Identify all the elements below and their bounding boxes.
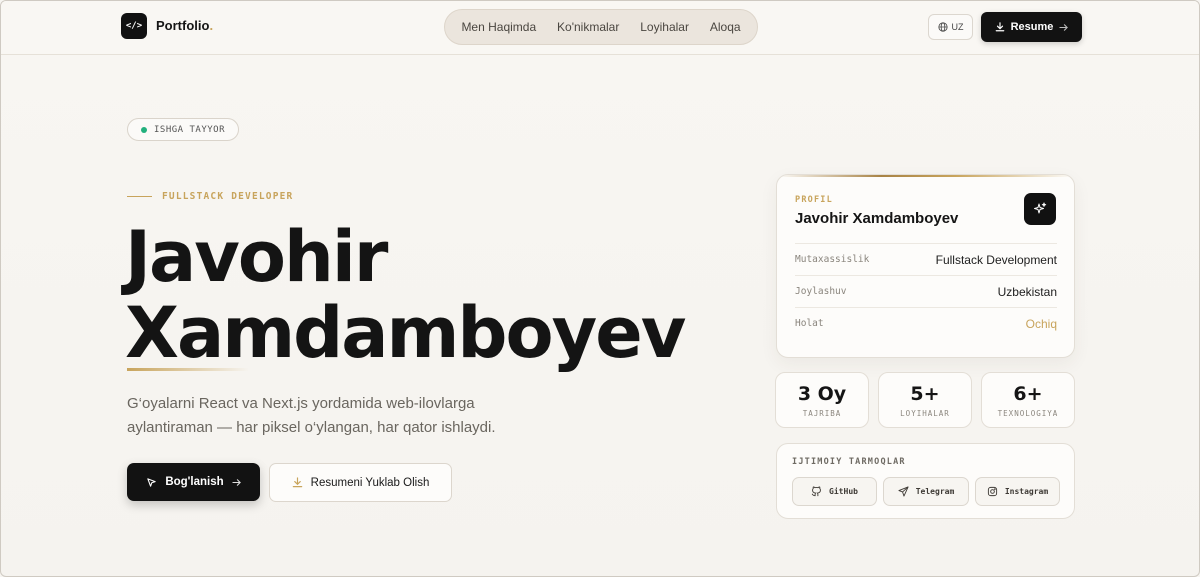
telegram-label: Telegram (915, 487, 955, 496)
stat-experience: 3 Oy TAJRIBA (775, 372, 869, 428)
stat-label: LOYIHALAR (900, 408, 950, 418)
profile-card: PROFIL Javohir Xamdamboyev Mutaxassislik… (776, 174, 1075, 358)
nav-link-about[interactable]: Men Haqimda (455, 16, 542, 38)
hero-name: Javohir Xamdamboyev (125, 216, 686, 374)
code-icon: </> (121, 13, 147, 39)
name-underline (127, 368, 249, 371)
arrow-right-icon (1059, 23, 1069, 32)
profile-name: Javohir Xamdamboyev (795, 210, 959, 227)
arrow-right-icon (232, 478, 241, 487)
profile-accent-line (777, 175, 1074, 177)
brand[interactable]: </> Portfolio. (121, 13, 213, 39)
profile-label: PROFIL (795, 195, 833, 205)
brand-dot: . (209, 18, 214, 33)
row-value: Uzbekistan (997, 284, 1057, 299)
download-label: Resumeni Yuklab Olish (310, 476, 430, 489)
instagram-label: Instagram (1004, 487, 1049, 496)
resume-label: Resume (1010, 21, 1054, 33)
instagram-icon (987, 486, 998, 497)
sparkles-icon (1024, 193, 1056, 225)
profile-row-specialty: Mutaxassislik Fullstack Development (795, 243, 1057, 275)
hero-name-last: Xamdamboyev (125, 292, 686, 374)
social-title: IJTIMOIY TARMOQLAR (792, 457, 906, 467)
navbar: </> Portfolio. Men Haqimda Ko'nikmalar L… (1, 1, 1199, 55)
status-text: ISHGA TAYYOR (153, 124, 226, 135)
download-resume-button[interactable]: Resumeni Yuklab Olish (269, 463, 452, 502)
cursor-icon (146, 477, 157, 488)
social-card: IJTIMOIY TARMOQLAR GitHub Telegram Insta… (776, 443, 1075, 519)
github-link[interactable]: GitHub (792, 477, 877, 506)
profile-row-status: Holat Ochiq (795, 307, 1057, 339)
role-text: FULLSTACK DEVELOPER (162, 191, 294, 202)
hero-name-first: Javohir (125, 216, 388, 298)
stat-value: 6+ (1013, 382, 1043, 405)
contact-label: Bog'lanish (165, 476, 224, 488)
row-key: Mutaxassislik (795, 254, 870, 265)
brand-name: Portfolio (156, 18, 210, 33)
globe-icon (937, 22, 948, 32)
github-icon (811, 486, 822, 497)
download-icon (292, 477, 303, 488)
stat-value: 3 Oy (797, 382, 847, 405)
send-icon (898, 486, 909, 497)
status-dot (140, 126, 147, 133)
contact-button[interactable]: Bog'lanish (127, 463, 260, 501)
profile-row-location: Joylashuv Uzbekistan (795, 275, 1057, 307)
telegram-link[interactable]: Telegram (883, 477, 969, 506)
stat-projects: 5+ LOYIHALAR (878, 372, 972, 428)
nav-link-contact[interactable]: Aloqa (704, 16, 747, 38)
row-value: Fullstack Development (935, 252, 1057, 267)
stat-label: TEXNOLOGIYA (997, 408, 1059, 418)
stat-value: 5+ (910, 382, 940, 405)
stat-technologies: 6+ TEXNOLOGIYA (981, 372, 1075, 428)
role-line: FULLSTACK DEVELOPER (127, 191, 293, 202)
download-icon (995, 22, 1005, 32)
role-divider (127, 195, 152, 198)
nav-link-projects[interactable]: Loyihalar (634, 16, 695, 38)
nav-menu: Men Haqimda Ko'nikmalar Loyihalar Aloqa (444, 9, 758, 45)
status-badge: ISHGA TAYYOR (127, 118, 239, 141)
nav-link-skills[interactable]: Ko'nikmalar (551, 16, 625, 38)
app-frame: </> Portfolio. Men Haqimda Ko'nikmalar L… (0, 0, 1200, 577)
row-key: Joylashuv (795, 286, 847, 297)
instagram-link[interactable]: Instagram (975, 477, 1060, 506)
row-key: Holat (795, 318, 824, 329)
row-value: Ochiq (1025, 316, 1057, 331)
resume-button[interactable]: Resume (981, 12, 1082, 42)
stat-label: TAJRIBA (802, 408, 842, 418)
github-label: GitHub (829, 487, 858, 496)
language-button[interactable]: UZ (928, 14, 973, 40)
language-label: UZ (951, 22, 964, 32)
hero-description: G‘oyalarni React va Next.js yordamida we… (127, 395, 496, 436)
